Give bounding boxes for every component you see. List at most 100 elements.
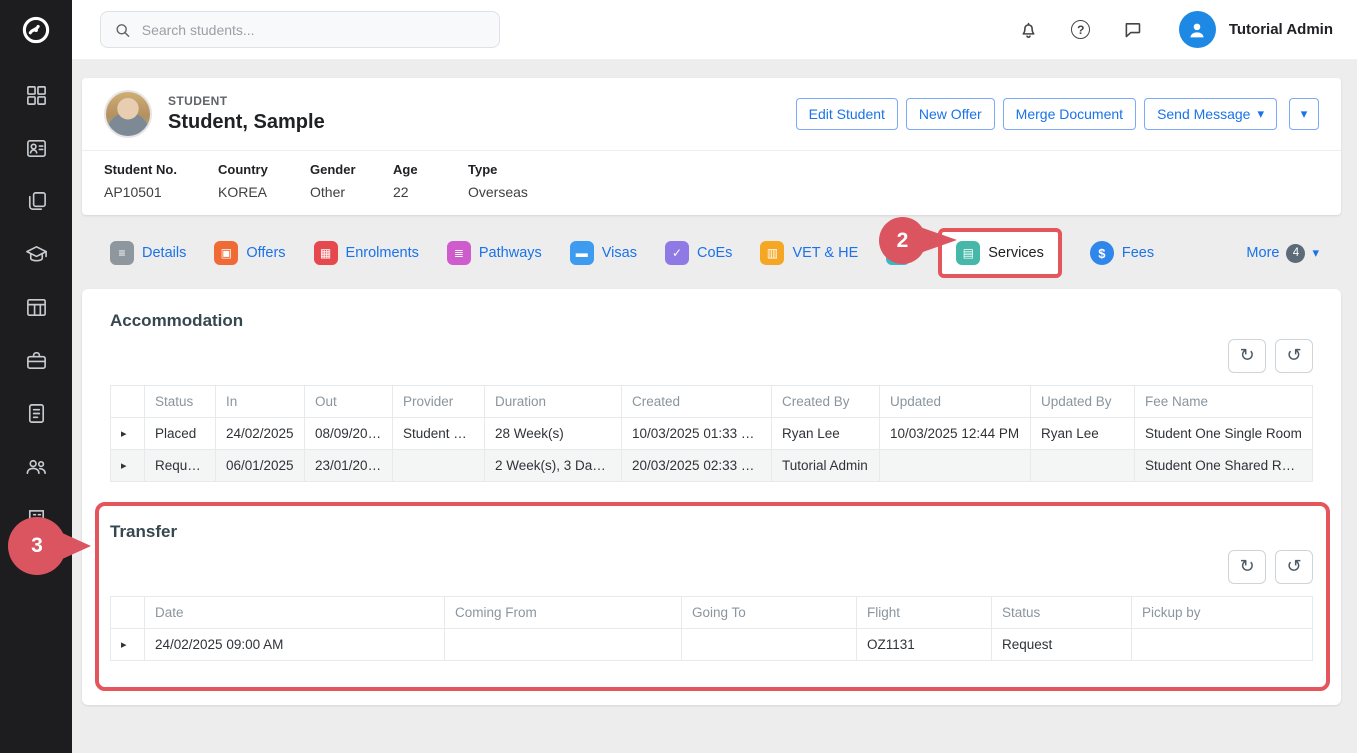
cell-in: 06/01/2025 (216, 450, 305, 482)
tab-details[interactable]: ≡ Details (110, 241, 186, 265)
student-search[interactable] (100, 11, 500, 48)
tab-coes[interactable]: ✓ CoEs (665, 241, 732, 265)
new-offer-button[interactable]: New Offer (906, 98, 995, 130)
send-message-button[interactable]: Send Message ▾ (1144, 98, 1277, 130)
tab-services[interactable]: ▤ Services (956, 241, 1044, 265)
col-header[interactable]: Out (305, 386, 393, 418)
person-icon (1186, 19, 1208, 41)
col-header[interactable]: Status (992, 597, 1132, 629)
info-label: Type (468, 162, 528, 177)
sidebar-item-timetable[interactable] (23, 294, 49, 320)
col-header[interactable]: Duration (485, 386, 622, 418)
help-button[interactable]: ? (1069, 18, 1093, 42)
tabs-more-menu[interactable]: More 4 ▾ (1246, 244, 1319, 263)
sidebar-item-documents[interactable] (23, 188, 49, 214)
refresh-button[interactable]: ↻ (1228, 339, 1266, 373)
more-count-badge: 4 (1286, 244, 1305, 263)
offers-icon: ▣ (214, 241, 238, 265)
sidebar-item-courses[interactable] (23, 241, 49, 267)
chevron-down-icon: ▾ (1312, 245, 1319, 261)
tab-enrolments[interactable]: ▦ Enrolments (314, 241, 419, 265)
search-input[interactable] (140, 21, 486, 39)
col-header[interactable]: Updated By (1031, 386, 1135, 418)
tab-offers[interactable]: ▣ Offers (214, 241, 285, 265)
history-button[interactable]: ↺ (1275, 339, 1313, 373)
merge-document-button[interactable]: Merge Document (1003, 98, 1136, 130)
people-icon (25, 455, 48, 478)
tab-visas[interactable]: ▬ Visas (570, 241, 637, 265)
transfer-title: Transfer (110, 522, 1313, 542)
col-header[interactable]: Pickup by (1132, 597, 1313, 629)
cell-fee-name: Student One Single Room (1135, 418, 1313, 450)
sidebar-item-staff[interactable] (23, 453, 49, 479)
brand-logo[interactable] (0, 0, 72, 60)
col-header[interactable]: Date (145, 597, 445, 629)
sidebar-item-organisation[interactable] (23, 506, 49, 532)
cell-fee-name: Student One Shared Room (1135, 450, 1313, 482)
user-menu[interactable]: Tutorial Admin (1179, 11, 1333, 48)
contacts-icon (25, 137, 48, 160)
icon-glyph: $ (1098, 246, 1105, 261)
row-expand-toggle[interactable]: ▸ (111, 418, 145, 450)
tab-label: Fees (1122, 245, 1154, 261)
cell-provider (393, 450, 485, 482)
info-label: Country (218, 162, 310, 177)
col-header[interactable]: Going To (682, 597, 857, 629)
tab-label: Visas (602, 245, 637, 261)
cell-duration: 2 Week(s), 3 Day(s) (485, 450, 622, 482)
coes-icon: ✓ (665, 241, 689, 265)
tab-vet-he[interactable]: ▥ VET & HE (760, 241, 858, 265)
tab-hidden-partial[interactable] (886, 241, 910, 265)
info-type: Type Overseas (468, 162, 528, 200)
transfer-highlight-box: Transfer ↻ ↺ Date Coming From Going To F… (95, 502, 1330, 691)
col-header[interactable]: Created (622, 386, 772, 418)
user-name: Tutorial Admin (1229, 21, 1333, 38)
col-header[interactable]: Fee Name (1135, 386, 1313, 418)
cell-coming-from (445, 629, 682, 661)
refresh-button[interactable]: ↻ (1228, 550, 1266, 584)
info-age: Age 22 (393, 162, 468, 200)
sidebar-item-invoices[interactable] (23, 400, 49, 426)
more-actions-dropdown-button[interactable]: ▾ (1289, 98, 1319, 130)
col-header-expand (111, 597, 145, 629)
table-row: ▸ Placed 24/02/2025 08/09/2025 Student O… (111, 418, 1313, 450)
sidebar-item-agents[interactable] (23, 347, 49, 373)
edit-student-button[interactable]: Edit Student (796, 98, 898, 130)
row-expand-toggle[interactable]: ▸ (111, 450, 145, 482)
cell-provider: Student One (393, 418, 485, 450)
cell-going-to (682, 629, 857, 661)
row-expand-toggle[interactable]: ▸ (111, 629, 145, 661)
tab-pathways[interactable]: ≣ Pathways (447, 241, 542, 265)
tab-fees[interactable]: $ Fees (1090, 241, 1154, 265)
col-header[interactable]: Created By (772, 386, 880, 418)
history-button[interactable]: ↺ (1275, 550, 1313, 584)
col-header[interactable]: In (216, 386, 305, 418)
sidebar (0, 0, 72, 753)
table-row: ▸ 24/02/2025 09:00 AM OZ1131 Request (111, 629, 1313, 661)
table-icon (25, 296, 48, 319)
col-header[interactable]: Provider (393, 386, 485, 418)
bell-icon (1018, 19, 1039, 40)
help-icon: ? (1071, 20, 1090, 39)
sidebar-item-contacts[interactable] (23, 135, 49, 161)
tab-label: VET & HE (792, 245, 858, 261)
details-icon: ≡ (110, 241, 134, 265)
main-content: STUDENT Student, Sample Edit Student New… (72, 60, 1357, 753)
cell-pickup-by (1132, 629, 1313, 661)
col-header[interactable]: Status (145, 386, 216, 418)
col-header[interactable]: Coming From (445, 597, 682, 629)
chat-icon (1122, 19, 1143, 40)
messages-button[interactable] (1121, 18, 1145, 42)
info-value: KOREA (218, 184, 310, 200)
sidebar-item-dashboard[interactable] (23, 82, 49, 108)
col-header[interactable]: Flight (857, 597, 992, 629)
student-tab-bar: ≡ Details ▣ Offers ▦ Enrolments ≣ Pathwa… (82, 215, 1341, 289)
student-header-top: STUDENT Student, Sample Edit Student New… (82, 78, 1341, 150)
col-header[interactable]: Updated (880, 386, 1031, 418)
cell-out: 08/09/2025 (305, 418, 393, 450)
student-actions: Edit Student New Offer Merge Document Se… (796, 98, 1319, 130)
student-photo (104, 90, 152, 138)
transfer-table: Date Coming From Going To Flight Status … (110, 596, 1313, 661)
notifications-button[interactable] (1017, 18, 1041, 42)
vet-he-icon: ▥ (760, 241, 784, 265)
